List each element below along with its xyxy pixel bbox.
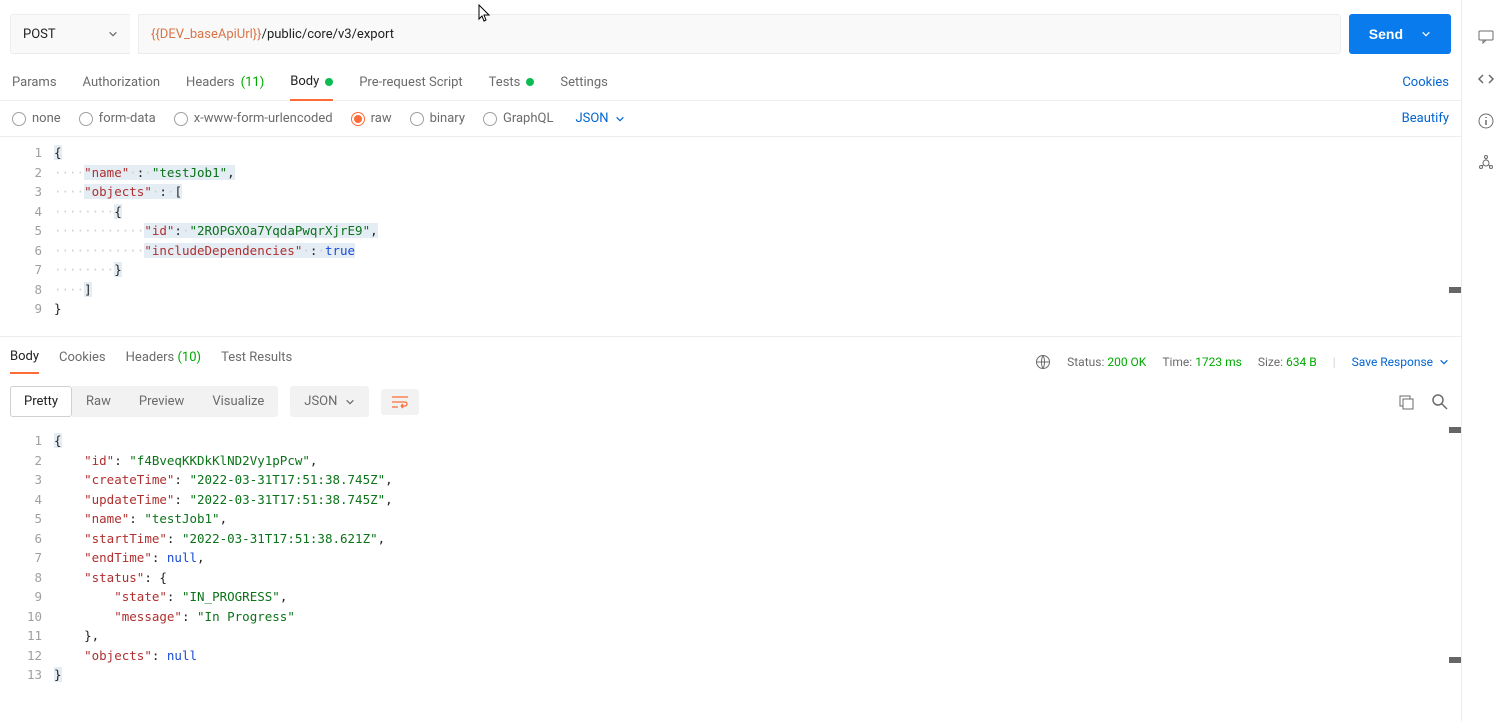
- body-format-select[interactable]: JSON: [575, 111, 624, 126]
- minimap-marker: [1449, 657, 1461, 663]
- copy-icon[interactable]: [1397, 393, 1415, 411]
- meta-divider: |: [1333, 355, 1336, 369]
- body-type-raw[interactable]: raw: [351, 111, 392, 126]
- minimap-marker: [1449, 427, 1461, 433]
- url-input[interactable]: {{DEV_baseApiUrl}}/public/core/v3/export: [138, 14, 1341, 54]
- tab-prerequest[interactable]: Pre-request Script: [359, 69, 462, 100]
- url-variable: {{DEV_baseApiUrl}}: [151, 27, 262, 42]
- wrap-lines-button[interactable]: [381, 389, 419, 415]
- method-select[interactable]: POST: [10, 14, 130, 54]
- time-meta: Time: 1723 ms: [1162, 355, 1242, 369]
- tab-body[interactable]: Body: [290, 68, 333, 101]
- body-type-none[interactable]: none: [12, 111, 61, 126]
- body-type-graphql[interactable]: GraphQL: [483, 111, 553, 126]
- view-visualize[interactable]: Visualize: [198, 386, 278, 417]
- dot-indicator: [526, 78, 534, 86]
- view-pretty[interactable]: Pretty: [10, 386, 72, 417]
- tab-params[interactable]: Params: [12, 69, 57, 100]
- response-tab-headers[interactable]: Headers (10): [126, 350, 201, 373]
- radio-icon: [483, 112, 497, 126]
- tab-authorization[interactable]: Authorization: [83, 69, 161, 100]
- code-icon[interactable]: [1477, 70, 1495, 88]
- save-response-button[interactable]: Save Response: [1352, 355, 1449, 369]
- chevron-down-icon: [108, 29, 118, 39]
- tab-tests[interactable]: Tests: [489, 69, 535, 100]
- radio-icon: [174, 112, 188, 126]
- size-meta: Size: 634 B: [1258, 355, 1317, 369]
- view-preview[interactable]: Preview: [125, 386, 198, 417]
- chevron-down-icon[interactable]: [1421, 29, 1431, 39]
- beautify-button[interactable]: Beautify: [1402, 111, 1449, 126]
- response-tab-cookies[interactable]: Cookies: [59, 350, 106, 373]
- radio-icon: [351, 112, 365, 126]
- cookies-link[interactable]: Cookies: [1402, 69, 1449, 100]
- gutter: 1 2 3 4 5 6 7 8 9 10 11 12 13: [0, 425, 54, 721]
- response-format-select[interactable]: JSON: [290, 386, 369, 417]
- wrap-icon: [391, 395, 409, 409]
- minimap-marker: [1449, 287, 1461, 293]
- right-sidebar: [1461, 0, 1509, 721]
- chevron-down-icon: [345, 397, 355, 407]
- radio-icon: [12, 112, 26, 126]
- search-icon[interactable]: [1431, 393, 1449, 411]
- tab-headers[interactable]: Headers (11): [186, 69, 264, 100]
- dot-indicator: [325, 78, 333, 86]
- body-type-binary[interactable]: binary: [410, 111, 465, 126]
- comments-icon[interactable]: [1477, 28, 1495, 46]
- response-tab-body[interactable]: Body: [10, 349, 39, 374]
- tab-settings[interactable]: Settings: [560, 69, 607, 100]
- radio-icon: [79, 112, 93, 126]
- related-icon[interactable]: [1477, 154, 1495, 172]
- body-type-xwww[interactable]: x-www-form-urlencoded: [174, 111, 333, 126]
- response-tab-testresults[interactable]: Test Results: [221, 350, 292, 373]
- chevron-down-icon: [615, 114, 625, 124]
- body-type-formdata[interactable]: form-data: [79, 111, 156, 126]
- view-raw[interactable]: Raw: [72, 386, 125, 417]
- gutter: 1 2 3 4 5 6 7 8 9: [0, 137, 54, 336]
- radio-icon: [410, 112, 424, 126]
- request-body-editor[interactable]: 1 2 3 4 5 6 7 8 9 { ····"name"·:·"testJo…: [0, 137, 1461, 337]
- url-path: /public/core/v3/export: [262, 27, 394, 42]
- send-label: Send: [1369, 26, 1403, 42]
- method-label: POST: [23, 27, 56, 42]
- info-icon[interactable]: [1477, 112, 1495, 130]
- globe-icon[interactable]: [1035, 354, 1051, 370]
- status-meta: Status: 200 OK: [1067, 355, 1146, 369]
- response-body-editor[interactable]: 1 2 3 4 5 6 7 8 9 10 11 12 13 { "id": "f…: [0, 425, 1461, 721]
- chevron-down-icon: [1439, 357, 1449, 367]
- code-area[interactable]: { ····"name"·:·"testJob1", ····"objects"…: [54, 137, 1461, 336]
- send-button[interactable]: Send: [1349, 14, 1451, 54]
- code-area[interactable]: { "id": "f4BveqKKDkKlND2Vy1pPcw", "creat…: [54, 425, 1461, 721]
